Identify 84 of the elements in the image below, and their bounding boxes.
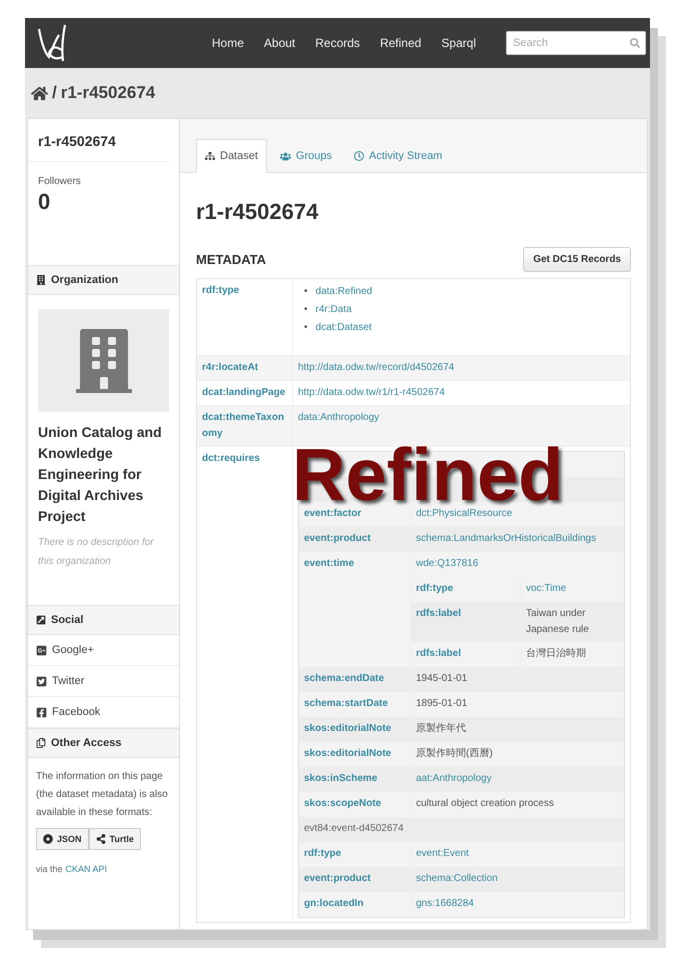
- property-link[interactable]: rdfs:label: [416, 608, 462, 619]
- organization-description: There is no description for this organization: [37, 536, 155, 569]
- note-text: via the: [36, 864, 63, 874]
- sidebar-title: r1-r4502674: [28, 119, 169, 162]
- sitemap-icon: [205, 151, 215, 161]
- property-link[interactable]: skos:editorialNote: [304, 748, 392, 759]
- property-link[interactable]: rdf:type: [304, 848, 342, 859]
- followers-count: 0: [37, 189, 52, 216]
- value-text: 原製作時間(西曆): [416, 748, 493, 759]
- facebook-icon: [36, 706, 47, 718]
- value-link[interactable]: gns:1668284: [416, 898, 474, 909]
- value-text: 原製作年代: [416, 723, 466, 734]
- nav-link[interactable]: About: [254, 36, 306, 50]
- subject-text: evt84:event-d4502674: [303, 822, 405, 836]
- section-title: Social: [51, 614, 84, 626]
- nav-link[interactable]: Refined: [370, 36, 432, 50]
- property-link[interactable]: event:time: [304, 558, 354, 569]
- format-button[interactable]: JSON: [36, 828, 89, 850]
- overlay-label: Refined: [292, 445, 564, 504]
- property-link[interactable]: rdfs:label: [416, 648, 462, 659]
- property-link[interactable]: rdf:type: [416, 583, 454, 594]
- value-link[interactable]: dcat:Dataset: [316, 319, 372, 337]
- value-link[interactable]: event:Event: [416, 848, 469, 859]
- property-link[interactable]: skos:scopeNote: [304, 798, 382, 809]
- followers-label: Followers: [37, 175, 82, 189]
- organization-name[interactable]: Union Catalog and Knowledge Engineering for Digital Archives Project: [28, 422, 179, 527]
- social-link[interactable]: Google+: [28, 635, 179, 666]
- property-link[interactable]: schema:startDate: [304, 698, 388, 709]
- value-link[interactable]: aat:Anthropology: [416, 773, 492, 784]
- breadcrumb-text: r1-r4502674: [60, 83, 156, 103]
- social-link[interactable]: Twitter: [28, 666, 179, 697]
- bullet: •: [304, 285, 308, 299]
- value-text: 1895-01-01: [416, 698, 468, 709]
- property-link[interactable]: dcat:landingPage: [202, 385, 287, 401]
- nav-link[interactable]: Home: [202, 36, 254, 50]
- metadata-heading: METADATA: [196, 252, 266, 267]
- copy-icon: [36, 738, 46, 748]
- section-title: Organization: [51, 274, 118, 286]
- twitter-icon: [36, 676, 47, 686]
- value-link[interactable]: http://data.odw.tw/record/d4502674: [298, 362, 454, 373]
- tab[interactable]: Groups: [270, 139, 341, 173]
- property-link[interactable]: event:product: [304, 533, 371, 544]
- value-text: 台灣日治時期: [526, 648, 586, 659]
- home-icon[interactable]: [31, 84, 48, 102]
- search-field[interactable]: Search: [506, 31, 646, 55]
- tab[interactable]: Activity Stream: [345, 139, 452, 173]
- api-link[interactable]: CKAN API: [66, 864, 108, 874]
- property-link[interactable]: skos:editorialNote: [304, 723, 392, 734]
- value-link[interactable]: wde:Q137816: [416, 558, 478, 569]
- value-link[interactable]: schema:LandmarksOrHistoricalBuildings: [416, 533, 596, 544]
- value-link[interactable]: schema:Collection: [416, 873, 498, 884]
- value-text: Taiwan under Japanese rule: [526, 608, 589, 635]
- info-text: The information on this page (the dataset metadata) is also available in these formats:: [35, 770, 169, 820]
- value-link[interactable]: http://data.odw.tw/r1/r1-r4502674: [298, 387, 445, 398]
- clock-icon: [354, 151, 364, 161]
- nav-link[interactable]: Records: [305, 36, 370, 50]
- users-icon: [280, 150, 291, 162]
- value-text: cultural object creation process: [416, 798, 554, 809]
- value-text: 1945-01-01: [416, 673, 468, 684]
- bullet: •: [304, 303, 308, 317]
- dataset-title: r1-r4502674: [196, 199, 320, 225]
- property-link[interactable]: event:product: [304, 873, 371, 884]
- value-link[interactable]: voc:Time: [526, 583, 566, 594]
- property-link[interactable]: dct:requires: [202, 451, 287, 467]
- property-link[interactable]: rdf:type: [202, 283, 287, 299]
- records-button[interactable]: Get DC15 Records: [523, 247, 631, 272]
- value-link[interactable]: r4r:Data: [316, 301, 352, 319]
- google-plus-icon: [36, 644, 47, 656]
- value-link[interactable]: data:Anthropology: [298, 412, 380, 423]
- value-link[interactable]: data:Refined: [316, 283, 372, 301]
- property-link[interactable]: schema:endDate: [304, 673, 384, 684]
- section-title: Other Access: [51, 737, 122, 749]
- value-link[interactable]: dct:PhysicalResource: [416, 508, 512, 519]
- property-link[interactable]: event:factor: [304, 508, 362, 519]
- tab[interactable]: Dataset: [196, 139, 267, 173]
- format-button[interactable]: Turtle: [88, 828, 141, 850]
- building-icon: [36, 275, 46, 285]
- property-link[interactable]: r4r:locateAt: [202, 360, 287, 376]
- property-link[interactable]: dcat:themeTaxonomy: [202, 410, 287, 442]
- property-link[interactable]: gn:locatedIn: [304, 898, 364, 909]
- bullet: •: [304, 321, 308, 335]
- nav-link[interactable]: Sparql: [431, 36, 486, 50]
- property-link[interactable]: skos:inScheme: [304, 773, 378, 784]
- breadcrumb-separator: /: [52, 83, 57, 103]
